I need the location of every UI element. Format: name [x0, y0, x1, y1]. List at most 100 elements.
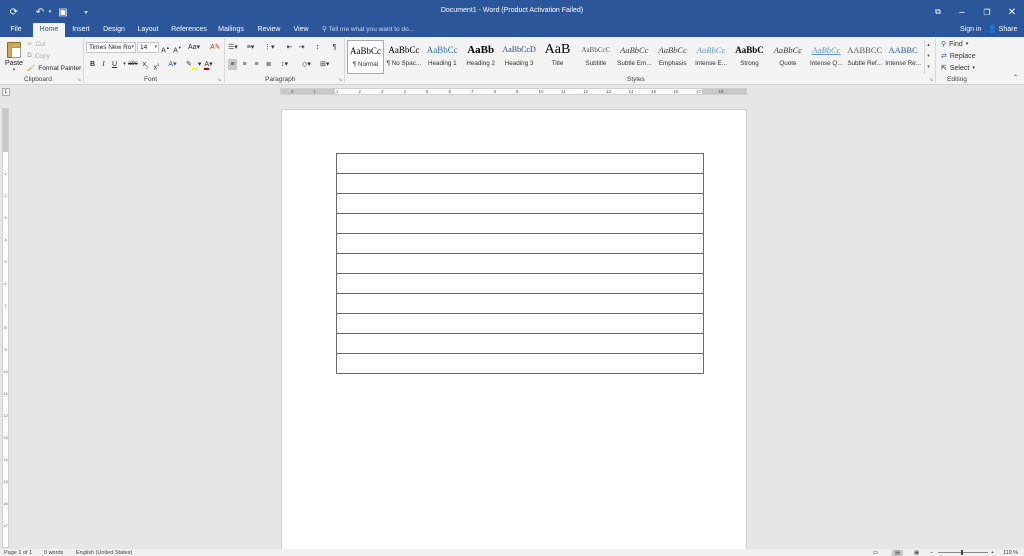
style-intense-re[interactable]: AABBC Intense Re...	[885, 40, 922, 74]
table-cell[interactable]	[336, 353, 704, 374]
styles-gallery-scroller[interactable]: ▴ ▾ ▾	[924, 40, 932, 74]
tell-me-box[interactable]: ⚲ Tell me what you want to do...	[322, 23, 414, 37]
ribbon-display-options-icon[interactable]: ⧉	[926, 4, 950, 20]
print-layout-icon[interactable]: ▤	[892, 550, 904, 556]
style-title[interactable]: AaB Title	[539, 40, 576, 74]
underline-icon[interactable]: U	[110, 59, 119, 70]
strikethrough-icon[interactable]: abc	[128, 59, 138, 70]
style-intense-e[interactable]: AaBbCc Intense E...	[693, 40, 730, 74]
italic-icon[interactable]: I	[99, 59, 108, 70]
style-subtle-em[interactable]: AaBbCc Subtle Em...	[616, 40, 653, 74]
align-right-icon[interactable]: ≡	[252, 59, 261, 70]
style-heading-1[interactable]: AaBbCc Heading 1	[424, 40, 461, 74]
table-cell[interactable]	[336, 213, 704, 234]
tab-layout[interactable]: Layout	[134, 23, 162, 37]
minimize-icon[interactable]: –	[950, 4, 974, 20]
document-table[interactable]	[336, 153, 704, 374]
style-heading-3[interactable]: AaBbCcD Heading 3	[501, 40, 538, 74]
font-launcher-icon[interactable]: ↘	[217, 77, 221, 83]
font-size-combo[interactable]: 14 ▾	[137, 42, 159, 53]
table-cell[interactable]	[336, 273, 704, 294]
collapse-ribbon-icon[interactable]: ⌃	[1011, 73, 1020, 84]
tab-mailings[interactable]: Mailings	[215, 23, 247, 37]
zoom-slider-thumb[interactable]	[961, 550, 963, 555]
copy-button[interactable]: ⧉ Copy	[27, 52, 50, 60]
close-icon[interactable]: ✕	[1000, 4, 1024, 20]
multilevel-list-icon[interactable]: ⋮▾	[264, 42, 275, 53]
paste-dropdown-icon[interactable]: ▾	[4, 67, 24, 73]
word-count[interactable]: 0 words	[44, 550, 63, 556]
style-normal[interactable]: AaBbCc ¶ Normal	[347, 40, 384, 74]
bold-icon[interactable]: B	[88, 59, 97, 70]
decrease-indent-icon[interactable]: ⇤	[285, 42, 294, 53]
paragraph-launcher-icon[interactable]: ↘	[338, 77, 342, 83]
tab-references[interactable]: References	[170, 23, 208, 37]
align-left-icon[interactable]: ≡	[228, 59, 237, 70]
zoom-slider[interactable]	[938, 552, 988, 553]
find-button[interactable]: ⚲ Find ▾	[941, 40, 968, 49]
document-page[interactable]	[281, 109, 747, 556]
table-cell[interactable]	[336, 333, 704, 354]
table-cell[interactable]	[336, 173, 704, 194]
vertical-ruler[interactable]: 1 2 3 4 5 6 7 8 9 10 11 12 13 14 15 16 17	[2, 108, 9, 548]
chevron-up-icon[interactable]: ▴	[925, 40, 932, 51]
clear-formatting-icon[interactable]: A✎	[210, 42, 221, 53]
shrink-font-icon[interactable]: A▼	[173, 42, 182, 54]
highlight-color-icon[interactable]: ✎ ▾	[186, 59, 201, 70]
sort-icon[interactable]: ↕	[313, 42, 322, 53]
zoom-in-icon[interactable]: +	[991, 550, 994, 556]
zoom-out-icon[interactable]: −	[930, 550, 933, 556]
more-styles-icon[interactable]: ▾	[925, 62, 932, 73]
share-button[interactable]: 👤 Share	[988, 23, 1017, 37]
cut-button[interactable]: ✂ Cut	[27, 40, 46, 49]
zoom-level[interactable]: 110 %	[1003, 550, 1018, 556]
justify-icon[interactable]: ≣	[264, 59, 273, 70]
show-formatting-marks-icon[interactable]: ¶	[330, 42, 339, 53]
table-cell[interactable]	[336, 233, 704, 254]
style-quote[interactable]: AaBbCc Quote	[769, 40, 806, 74]
increase-indent-icon[interactable]: ⇥	[297, 42, 306, 53]
table-cell[interactable]	[336, 293, 704, 314]
table-cell[interactable]	[336, 313, 704, 334]
clipboard-launcher-icon[interactable]: ↘	[77, 77, 81, 83]
tab-selector[interactable]: L	[2, 88, 10, 96]
replace-button[interactable]: ⇄ Replace	[941, 52, 976, 61]
paste-button[interactable]: Paste ▾	[4, 40, 24, 76]
tab-review[interactable]: Review	[255, 23, 283, 37]
table-cell[interactable]	[336, 153, 704, 174]
superscript-icon[interactable]: x2	[152, 59, 161, 71]
line-spacing-icon[interactable]: ↕▾	[280, 59, 289, 70]
web-layout-icon[interactable]: ▦	[914, 550, 919, 556]
change-case-icon[interactable]: Aa▾	[188, 42, 200, 53]
style-subtle-ref[interactable]: AABBCC Subtle Ref...	[846, 40, 883, 74]
table-cell[interactable]	[336, 193, 704, 214]
tab-home[interactable]: Home	[33, 23, 65, 37]
text-effects-icon[interactable]: A▾	[168, 59, 177, 70]
style-no-spac[interactable]: AaBbCc ¶ No Spac...	[385, 40, 422, 74]
select-button[interactable]: ⇱ Select ▾	[941, 64, 975, 73]
page-count[interactable]: Page 1 of 1	[4, 550, 32, 556]
chevron-down-icon[interactable]: ▾	[925, 51, 932, 62]
style-heading-2[interactable]: AaBb Heading 2	[462, 40, 499, 74]
format-painter-button[interactable]: 🖌 Format Painter	[27, 64, 81, 73]
align-center-icon[interactable]: ≡	[240, 59, 249, 70]
subscript-icon[interactable]: x2	[141, 59, 150, 70]
tab-insert[interactable]: Insert	[69, 23, 93, 37]
style-strong[interactable]: AaBbC Strong	[731, 40, 768, 74]
style-emphasis[interactable]: AaBbCc Emphasis	[654, 40, 691, 74]
font-color-icon[interactable]: A▾	[204, 59, 213, 70]
borders-icon[interactable]: ⊞▾	[320, 59, 329, 70]
bullets-icon[interactable]: ☰▾	[228, 42, 238, 53]
read-mode-icon[interactable]: ▭	[873, 550, 878, 556]
shading-icon[interactable]: ◇▾	[302, 59, 311, 70]
sign-in-link[interactable]: Sign in	[960, 23, 981, 37]
language-indicator[interactable]: English (United States)	[76, 550, 132, 556]
tab-design[interactable]: Design	[100, 23, 128, 37]
table-cell[interactable]	[336, 253, 704, 274]
styles-launcher-icon[interactable]: ↘	[929, 77, 933, 83]
font-name-combo[interactable]: Times New Ro ▾	[86, 42, 136, 53]
restore-icon[interactable]: ❐	[975, 4, 999, 20]
horizontal-ruler[interactable]: 2 1 1 2 3 4 5 6 7 8 9 10 11 12 13 14 15 16 17 18	[280, 88, 747, 95]
tab-view[interactable]: View	[290, 23, 312, 37]
grow-font-icon[interactable]: A▲	[161, 42, 170, 54]
